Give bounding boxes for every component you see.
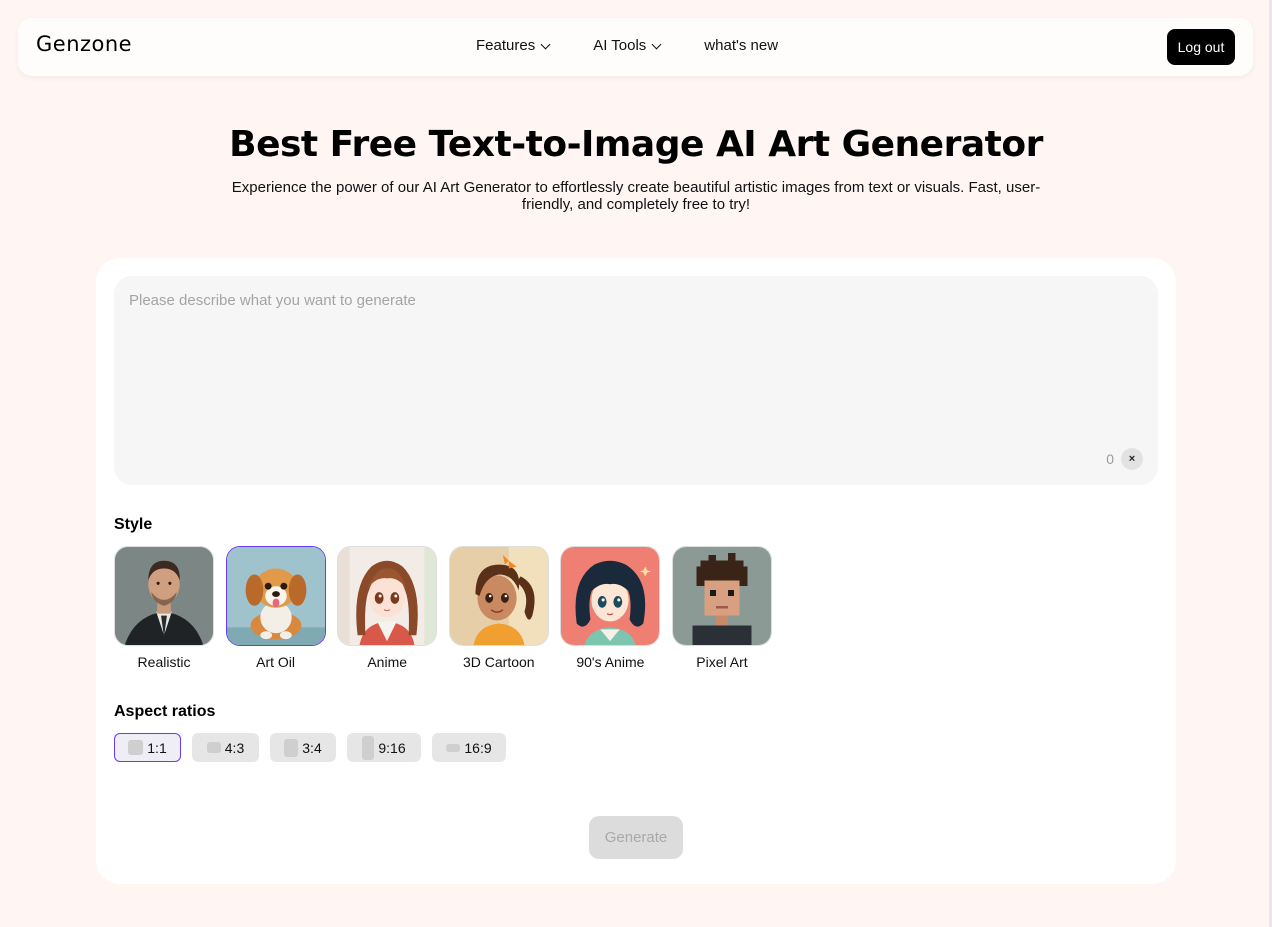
square-icon xyxy=(128,740,144,755)
aspect-heading: Aspect ratios xyxy=(114,703,216,720)
style-label: Anime xyxy=(367,654,408,670)
portrait-man-suit-image xyxy=(115,547,213,645)
style-label: Art Oil xyxy=(256,654,296,670)
ratio-16-9-button[interactable]: 16:9 xyxy=(432,733,506,762)
page-subtitle: Experience the power of our AI Art Gener… xyxy=(231,179,1041,213)
main-nav: Features AI Tools what's new xyxy=(476,37,778,54)
ratio-9-16-button[interactable]: 9:16 xyxy=(347,733,421,762)
nav-features[interactable]: Features xyxy=(476,37,551,54)
ratio-3-4-button[interactable]: 3:4 xyxy=(270,733,336,762)
ratio-label: 16:9 xyxy=(464,739,492,756)
ratio-1-1-button[interactable]: 1:1 xyxy=(114,733,181,762)
style-thumbnail xyxy=(337,546,438,646)
style-option-90s-anime[interactable]: 90's Anime xyxy=(560,546,661,670)
generator-card: 0 × Style Realistic xyxy=(96,258,1176,884)
chevron-down-icon xyxy=(540,39,551,49)
logo[interactable]: Genzone xyxy=(36,32,132,56)
prompt-box: 0 × xyxy=(114,276,1158,485)
style-option-3d-cartoon[interactable]: 3D Cartoon xyxy=(448,546,549,670)
chevron-down-icon xyxy=(651,39,662,49)
ratio-label: 3:4 xyxy=(302,739,322,756)
style-label: 90's Anime xyxy=(576,654,645,670)
ratio-label: 4:3 xyxy=(224,739,245,756)
style-option-art-oil[interactable]: Art Oil xyxy=(225,546,326,670)
ratio-4-3-button[interactable]: 4:3 xyxy=(192,733,259,762)
style-heading: Style xyxy=(114,516,153,533)
ratio-label: 9:16 xyxy=(378,739,406,756)
style-option-anime[interactable]: Anime xyxy=(337,546,438,670)
top-nav-bar: Genzone Features AI Tools what's new Log… xyxy=(18,18,1253,76)
tall-portrait-icon xyxy=(362,735,375,760)
style-option-pixel-art[interactable]: Pixel Art xyxy=(671,546,772,670)
puppy-painting-image xyxy=(226,547,325,645)
style-thumbnail xyxy=(114,546,214,646)
style-thumbnail xyxy=(448,546,549,646)
cartoon-girl-image xyxy=(449,547,548,645)
style-thumbnail xyxy=(560,546,661,646)
char-count: 0 xyxy=(1106,451,1114,467)
generate-button[interactable]: Generate xyxy=(589,816,683,859)
landscape-icon xyxy=(206,742,221,753)
style-list: Realistic Art Oil Anime 3D Cartoon 90's … xyxy=(114,546,784,670)
nav-ai-tools[interactable]: AI Tools xyxy=(593,37,662,54)
anime-girl-image xyxy=(338,547,437,645)
style-option-realistic[interactable]: Realistic xyxy=(114,546,214,670)
style-label: Realistic xyxy=(137,654,191,670)
aspect-ratio-list: 1:1 4:3 3:4 9:16 16:9 xyxy=(114,733,517,762)
close-icon: × xyxy=(1128,453,1136,465)
logout-button[interactable]: Log out xyxy=(1167,29,1235,65)
style-label: Pixel Art xyxy=(696,654,748,670)
style-thumbnail xyxy=(225,546,326,646)
style-thumbnail xyxy=(671,546,772,646)
nav-whats-new[interactable]: what's new xyxy=(704,37,778,54)
retro-anime-girl-image xyxy=(561,547,660,645)
nav-features-label: Features xyxy=(476,37,536,54)
ratio-label: 1:1 xyxy=(147,739,167,756)
clear-prompt-button[interactable]: × xyxy=(1121,448,1143,470)
page-title: Best Free Text-to-Image AI Art Generator xyxy=(229,124,1043,165)
prompt-input[interactable] xyxy=(114,276,1158,485)
style-label: 3D Cartoon xyxy=(462,654,535,670)
wide-landscape-icon xyxy=(446,743,461,752)
nav-ai-tools-label: AI Tools xyxy=(593,37,647,54)
nav-whats-new-label: what's new xyxy=(704,37,779,54)
portrait-icon xyxy=(284,738,299,757)
pixel-boy-image xyxy=(672,547,771,645)
